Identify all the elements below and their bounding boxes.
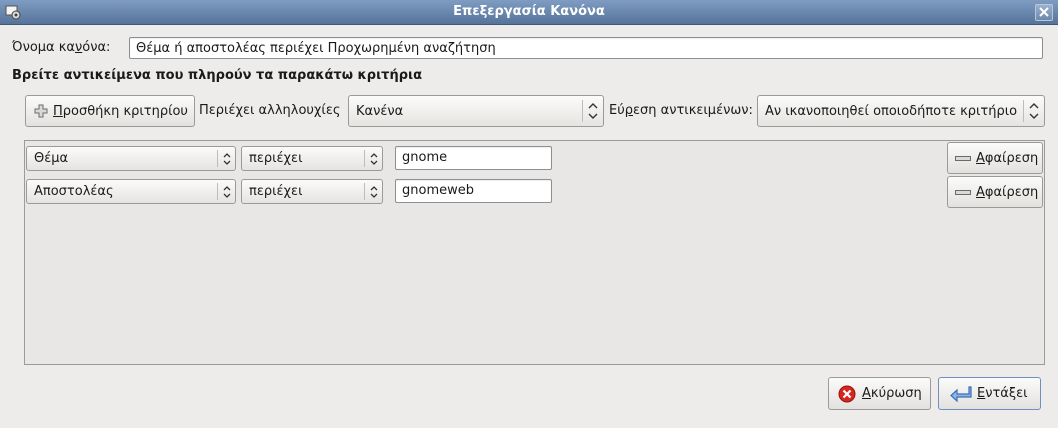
threads-label: Περιέχει αλληλουχίες <box>199 103 341 118</box>
remove-icon <box>955 190 971 195</box>
remove-criterion-button[interactable]: Αφαίρεση <box>947 142 1043 174</box>
rule-name-input[interactable]: Θέμα ή αποστολέας περιέχει Προχωρημένη α… <box>129 37 1043 59</box>
criterion-field-select[interactable]: Θέμα <box>26 146 236 171</box>
add-icon <box>34 104 48 118</box>
updown-arrows-icon <box>370 186 378 198</box>
updown-arrows-icon <box>370 153 378 165</box>
ok-button[interactable]: Εντάξει <box>938 377 1041 410</box>
criterion-value-input[interactable]: gnome <box>395 146 552 170</box>
updown-arrows-icon <box>223 153 231 165</box>
criterion-operator-select[interactable]: περιέχει <box>241 179 383 204</box>
remove-icon <box>955 156 971 161</box>
cancel-icon <box>838 385 856 403</box>
enter-arrow-icon <box>950 386 972 402</box>
add-criterion-button[interactable]: Προσθήκη κριτηρίου <box>25 95 195 127</box>
window-title: Επεξεργασία Κανόνα <box>453 4 605 19</box>
rule-editor-dialog: Επεξεργασία Κανόνα Όνομα κανόνα: Θέμα ή … <box>0 0 1058 428</box>
threads-select[interactable]: Κανένα <box>348 95 604 127</box>
criteria-heading: Βρείτε αντικείμενα που πληρούν τα παρακά… <box>12 68 423 83</box>
updown-arrows-icon <box>1029 103 1039 119</box>
updown-arrows-icon <box>223 186 231 198</box>
find-items-label: Εύρεση αντικειμένων: <box>609 103 753 118</box>
close-button[interactable] <box>1035 4 1053 21</box>
titlebar[interactable]: Επεξεργασία Κανόνα <box>0 0 1058 25</box>
cancel-button[interactable]: Ακύρωση <box>828 377 931 410</box>
criterion-field-select[interactable]: Αποστολέας <box>26 179 236 204</box>
find-items-select[interactable]: Αν ικανοποιηθεί οποιοδήποτε κριτήριο <box>757 95 1045 127</box>
criteria-list[interactable]: Θέμα περιέχει gnome Αφαίρεση Αποστολέας <box>24 140 1045 365</box>
updown-arrows-icon <box>588 103 598 119</box>
criterion-value-input[interactable]: gnomeweb <box>395 179 552 203</box>
criterion-operator-select[interactable]: περιέχει <box>241 146 383 171</box>
remove-criterion-button[interactable]: Αφαίρεση <box>947 176 1043 208</box>
close-icon <box>1039 7 1049 17</box>
rule-name-label: Όνομα κανόνα: <box>12 40 111 55</box>
